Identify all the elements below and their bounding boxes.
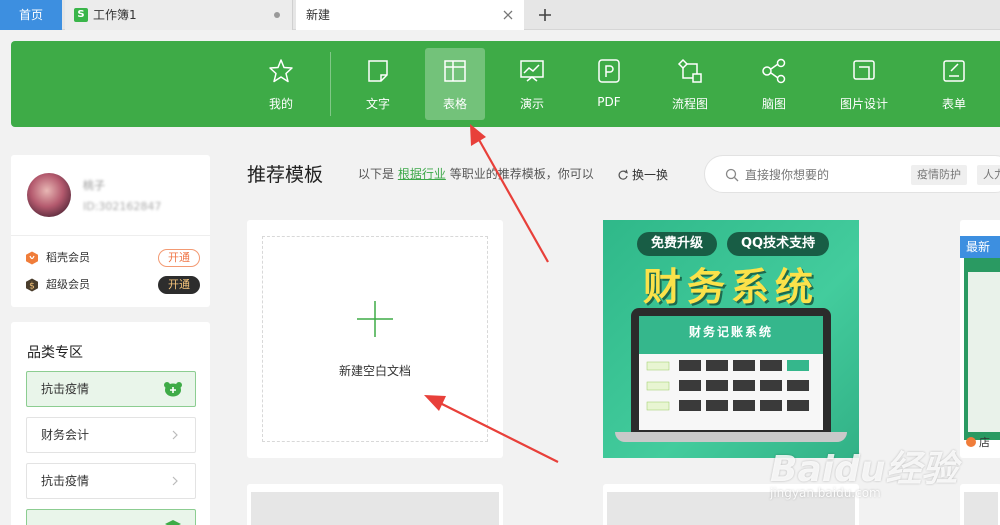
thumbnail-inner — [968, 272, 1000, 432]
category-item[interactable]: 财务会计 — [26, 417, 196, 453]
tool-label: 表单 — [941, 97, 966, 111]
watermark-url: jingyan.baidu.com — [770, 486, 881, 500]
divider — [11, 235, 210, 236]
page-title: 推荐模板 — [247, 164, 324, 186]
tool-writer[interactable]: 文字 — [348, 48, 408, 120]
spreadsheet-icon — [444, 60, 466, 82]
tool-label: 文字 — [365, 97, 390, 111]
user-card: 桃子 ID:302162847 稻壳会员 开通 $ 超级会员 开通 — [11, 155, 210, 307]
new-blank-document-card[interactable]: 新建空白文档 — [247, 220, 503, 458]
tab-new-label: 新建 — [306, 8, 331, 22]
refresh-button[interactable]: 换一换 — [617, 166, 668, 183]
tool-pdf[interactable]: PDF — [579, 48, 639, 120]
star-icon — [269, 59, 293, 83]
refresh-label: 换一换 — [632, 168, 669, 182]
template-thumbnail — [964, 258, 1000, 440]
desc-suffix: 等职业的推荐模板，你可以 — [449, 167, 594, 181]
category-panel: 品类专区 抗击疫情 财务会计 抗击疫情 — [11, 322, 210, 525]
flowchart-icon — [677, 58, 702, 83]
new-badge: 最新 — [960, 236, 1000, 258]
chevron-right-icon — [172, 430, 178, 440]
search-chip[interactable]: 人力 — [977, 165, 1000, 185]
category-item[interactable] — [26, 509, 196, 525]
tool-image-design[interactable]: 图片设计 — [834, 48, 894, 120]
user-id: ID:302162847 — [83, 200, 162, 213]
tool-spreadsheet[interactable]: 表格 — [425, 48, 485, 120]
baidu-watermark: Baidu经验 jingyan.baidu.com — [760, 440, 1000, 520]
spreadsheet-app-icon: S — [74, 8, 88, 22]
screen-title: 财务记账系统 — [639, 316, 823, 354]
refresh-icon — [618, 169, 628, 180]
tool-label: 脑图 — [761, 97, 786, 111]
form-icon — [943, 60, 965, 82]
docer-member-icon — [26, 251, 38, 265]
image-design-icon — [853, 60, 875, 80]
thumbnail-placeholder — [251, 492, 499, 525]
desc-prefix: 以下是 — [358, 167, 395, 181]
tool-presentation[interactable]: 演示 — [502, 48, 562, 120]
document-icon — [368, 60, 388, 82]
presentation-icon — [520, 60, 544, 82]
tab-workbook[interactable]: S 工作簿1 — [65, 0, 293, 30]
membership-row: 稻壳会员 开通 — [25, 249, 200, 267]
category-title: 品类专区 — [27, 345, 83, 361]
plus-icon — [357, 301, 393, 337]
industry-link[interactable]: 根据行业 — [398, 167, 446, 181]
category-label: 抗击疫情 — [41, 474, 90, 488]
search-chip[interactable]: 疫情防护 — [911, 165, 967, 185]
chevron-right-icon — [172, 476, 178, 486]
tab-workbook-label: 工作簿1 — [93, 8, 137, 22]
laptop-screen: 财务记账系统 — [639, 316, 823, 430]
tool-label: 流程图 — [671, 97, 708, 111]
user-name: 桃子 — [83, 179, 105, 192]
membership-label: 超级会员 — [46, 278, 90, 291]
watermark-text: Baidu经验 — [770, 449, 958, 490]
tool-form[interactable]: 表单 — [924, 48, 984, 120]
open-super-button[interactable]: 开通 — [158, 276, 200, 294]
recommend-description: 以下是 根据行业 等职业的推荐模板，你可以 — [358, 165, 594, 182]
search-placeholder: 直接搜你想要的 — [745, 168, 830, 182]
svg-text:$: $ — [29, 282, 35, 292]
mindmap-icon — [762, 58, 786, 84]
tool-label: 演示 — [519, 97, 544, 111]
promo-pill: 免费升级 — [637, 232, 718, 256]
template-title: 财务系统 — [642, 265, 819, 309]
tool-mindmap[interactable]: 脑图 — [744, 48, 804, 120]
open-docer-button[interactable]: 开通 — [158, 249, 200, 267]
close-icon[interactable] — [500, 7, 516, 23]
tool-label: PDF — [597, 95, 621, 109]
super-member-icon: $ — [26, 278, 38, 292]
search-icon — [725, 168, 739, 182]
tool-label: 图片设计 — [839, 97, 888, 111]
category-label: 抗击疫情 — [41, 382, 90, 396]
membership-row: $ 超级会员 开通 — [25, 276, 200, 294]
tab-new[interactable]: 新建 — [296, 0, 524, 30]
membership-label: 稻壳会员 — [46, 251, 90, 264]
tab-home[interactable]: 首页 — [0, 0, 62, 30]
tool-label: 我的 — [268, 97, 293, 111]
pdf-icon — [598, 59, 620, 83]
tool-mine[interactable]: 我的 — [251, 48, 311, 120]
add-tab-icon[interactable] — [535, 5, 555, 25]
template-card-bottom[interactable] — [247, 484, 503, 525]
category-item[interactable]: 抗击疫情 — [26, 463, 196, 499]
toolbar-divider — [330, 52, 331, 116]
template-card-partial[interactable]: 最新 店 — [960, 220, 1000, 458]
bear-icon — [165, 520, 181, 525]
template-search[interactable]: 直接搜你想要的 疫情防护 人力 — [704, 155, 1000, 193]
new-blank-label: 新建空白文档 — [338, 364, 411, 378]
dashed-frame — [262, 236, 488, 442]
unsaved-dot-icon — [274, 12, 280, 18]
bear-icon — [164, 382, 182, 397]
promo-pill: QQ技术支持 — [727, 232, 830, 256]
category-label: 财务会计 — [41, 428, 90, 442]
tool-label: 表格 — [442, 97, 467, 111]
category-item[interactable]: 抗击疫情 — [26, 371, 196, 407]
finance-template-card[interactable]: 免费升级 QQ技术支持 财务系统 财务记账系统 — [603, 220, 859, 458]
laptop-illustration: 财务记账系统 — [631, 308, 831, 432]
avatar[interactable] — [27, 173, 71, 217]
tab-bar: 首页 S 工作簿1 新建 — [0, 0, 1000, 30]
screen-grid — [646, 360, 809, 411]
tool-flowchart[interactable]: 流程图 — [660, 48, 720, 120]
